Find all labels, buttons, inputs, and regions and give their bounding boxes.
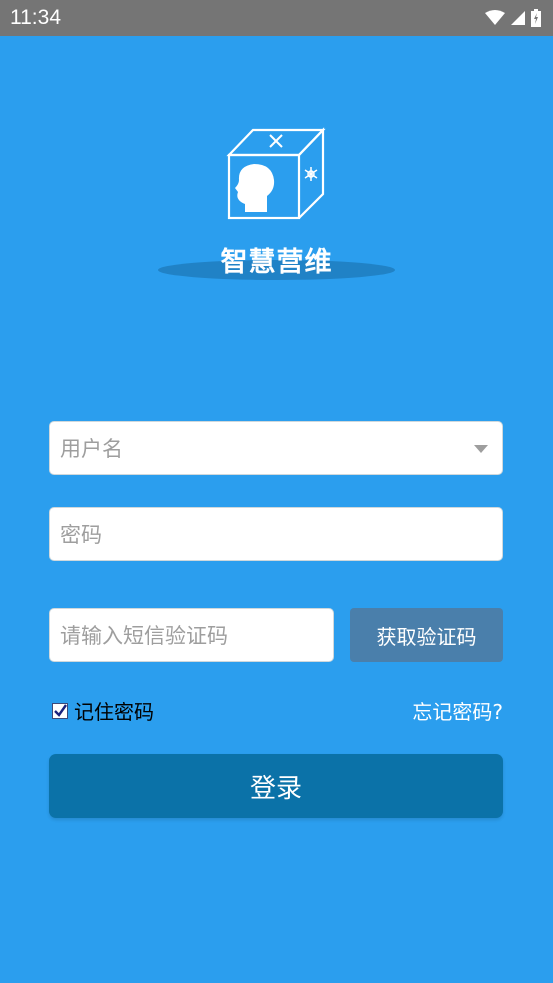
get-code-button[interactable]: 获取验证码 [350, 608, 503, 662]
battery-icon [531, 9, 541, 27]
remember-password-row[interactable]: 记住密码 [52, 696, 154, 725]
app-title: 智慧营维 [220, 247, 333, 278]
remember-checkbox[interactable] [52, 702, 68, 719]
username-placeholder: 用户名 [60, 437, 123, 461]
wifi-icon [485, 10, 505, 25]
signal-icon [511, 11, 525, 25]
password-placeholder: 密码 [60, 523, 102, 547]
head-cube-logo-icon [226, 127, 326, 220]
status-time: 11:34 [10, 6, 61, 29]
check-icon [54, 703, 67, 717]
logo-area: 智慧营维 [0, 120, 553, 285]
forgot-password-link[interactable]: 忘记密码? [412, 696, 503, 725]
username-dropdown[interactable]: 用户名 [49, 421, 503, 475]
status-icons [485, 9, 541, 27]
sms-code-placeholder: 请输入短信验证码 [60, 624, 228, 648]
remember-label: 记住密码 [74, 700, 154, 724]
status-bar: 11:34 [0, 0, 553, 36]
login-button[interactable]: 登录 [49, 754, 503, 818]
password-field[interactable]: 密码 [49, 507, 503, 561]
sms-code-field[interactable]: 请输入短信验证码 [49, 608, 334, 662]
chevron-down-icon[interactable] [474, 445, 488, 453]
